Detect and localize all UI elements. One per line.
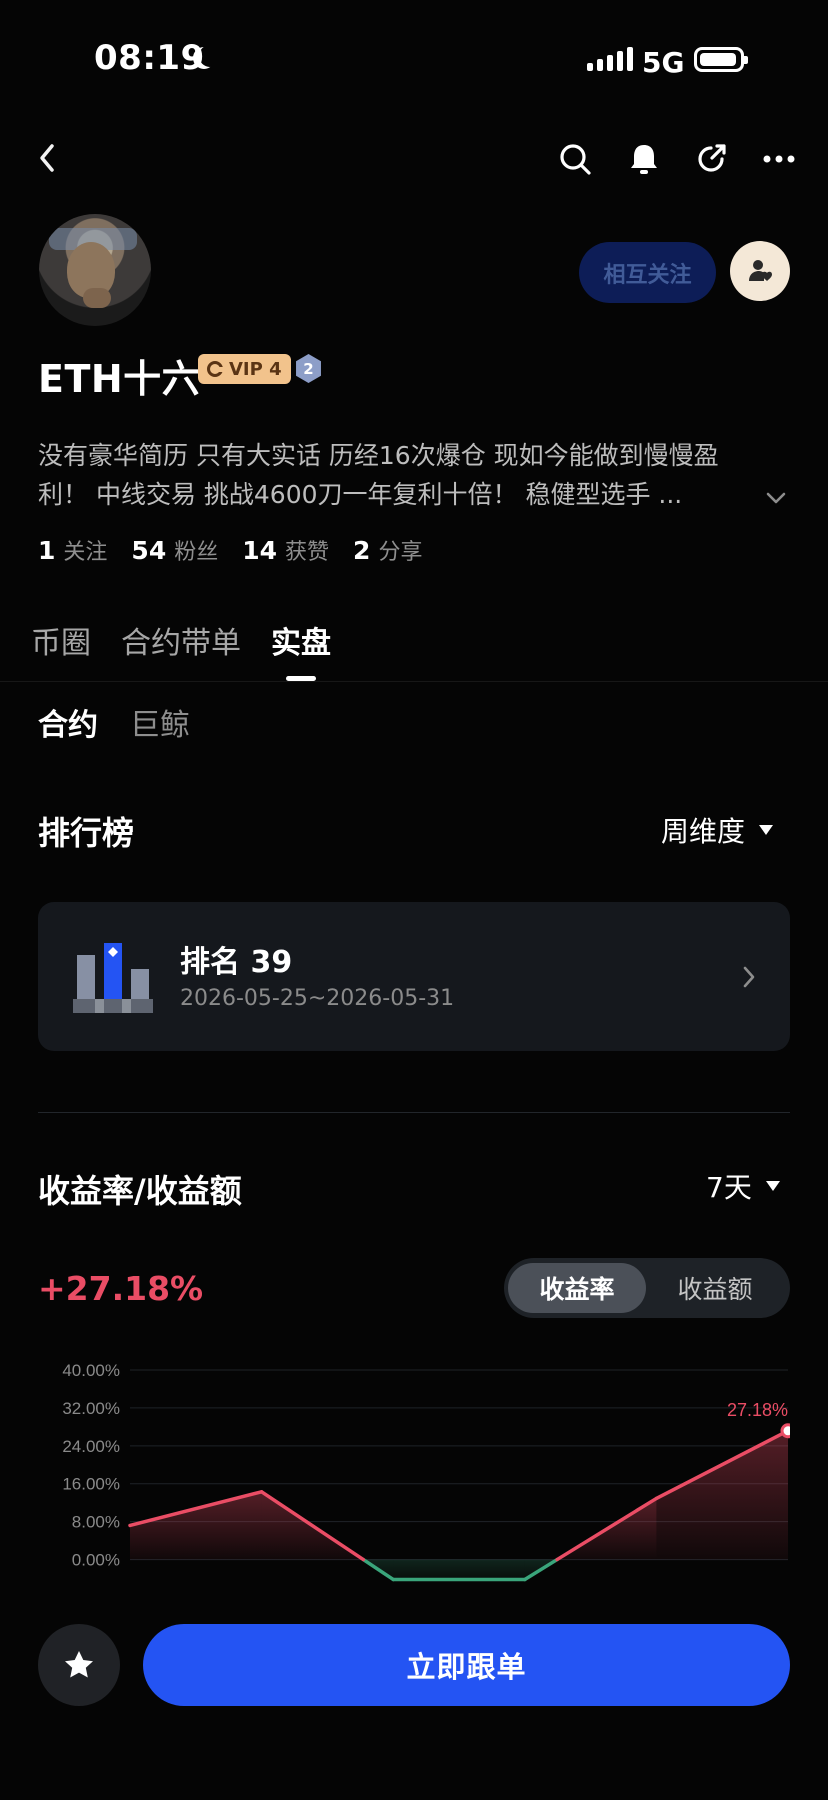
notification-button[interactable]: [623, 138, 665, 180]
dropdown-arrow-icon: [759, 825, 774, 835]
dropdown-arrow-icon: [765, 1181, 780, 1191]
status-time: 08:19: [94, 38, 205, 78]
stat-likes[interactable]: 14 获赞: [242, 534, 329, 566]
profile-stats: 1 关注 54 粉丝 14 获赞 2 分享: [38, 534, 422, 566]
subtab-whale[interactable]: 巨鲸: [130, 700, 190, 744]
y-axis-tick-label: 8.00%: [72, 1513, 120, 1532]
share-icon: [698, 144, 726, 172]
y-axis-tick-label: 24.00%: [62, 1437, 120, 1456]
profit-range-label: 7天: [706, 1171, 752, 1204]
positive-series-area: [130, 1491, 262, 1560]
back-button[interactable]: [30, 138, 64, 178]
rank-label: 排名 39: [180, 945, 293, 980]
ranking-chart-icon: [73, 943, 153, 1013]
mutual-follow-button[interactable]: 相互关注: [579, 242, 716, 303]
stat-followers[interactable]: 54 粉丝: [131, 534, 218, 566]
vip-icon: [207, 361, 223, 377]
shares-label: 分享: [378, 540, 423, 565]
favorite-button[interactable]: [38, 1624, 120, 1706]
ranking-title: 排行榜: [38, 814, 135, 852]
y-axis-tick-label: 0.00%: [72, 1551, 120, 1570]
following-label: 关注: [63, 540, 108, 565]
toggle-rate[interactable]: 收益率: [508, 1263, 646, 1313]
follow-user-button[interactable]: [730, 241, 790, 301]
tabs-divider: [0, 681, 828, 682]
y-axis-tick-label: 16.00%: [62, 1475, 120, 1494]
content-tabs: 币圈 合约带单 实盘: [31, 618, 331, 662]
more-icon: [763, 155, 795, 163]
latest-value-label: 27.18%: [727, 1400, 788, 1420]
more-button[interactable]: [758, 138, 800, 180]
stat-shares[interactable]: 2 分享: [353, 534, 422, 566]
signal-icon: [587, 47, 633, 71]
search-icon: [560, 144, 591, 175]
profit-range-select[interactable]: 7天: [706, 1166, 780, 1206]
toggle-amount[interactable]: 收益额: [646, 1263, 784, 1313]
profit-chart: 40.00% 32.00% 24.00% 16.00% 8.00% 0.00% 27.18%: [62, 1361, 790, 1582]
profit-value: +27.18%: [38, 1269, 204, 1308]
vip-badge: VIP 4: [198, 354, 291, 384]
follow-order-button[interactable]: 立即跟单: [143, 1624, 790, 1706]
chevron-down-icon: [766, 492, 786, 504]
followers-count: 54: [131, 536, 167, 565]
search-button[interactable]: [554, 138, 596, 180]
user-heart-icon: [749, 260, 772, 281]
ranking-period-select[interactable]: 周维度: [661, 810, 774, 850]
likes-count: 14: [242, 536, 278, 565]
followers-label: 粉丝: [174, 540, 219, 565]
section-divider: [38, 1112, 790, 1113]
avatar[interactable]: [39, 214, 151, 326]
vip-label: VIP 4: [229, 358, 282, 380]
subtab-contract[interactable]: 合约: [38, 700, 98, 744]
sub-tabs: 合约 巨鲸: [38, 700, 190, 744]
chevron-right-icon: [743, 966, 755, 988]
profile-name: ETH十六: [38, 357, 201, 401]
expand-bio-button[interactable]: [761, 486, 791, 510]
positive-series-area: [656, 1430, 788, 1560]
battery-icon: [694, 47, 748, 72]
bio-line-2: 利！ 中线交易 挑战4600刀一年复利十倍！ 稳健型选手 ...: [38, 480, 683, 509]
shares-count: 2: [353, 536, 371, 565]
moon-icon: [199, 45, 221, 67]
likes-label: 获赞: [285, 540, 330, 565]
stat-following[interactable]: 1 关注: [38, 534, 107, 566]
network-label: 5G: [642, 46, 685, 79]
following-count: 1: [38, 536, 56, 565]
ranking-period-label: 周维度: [661, 815, 746, 848]
rank-date-range: 2026-05-25~2026-05-31: [180, 986, 455, 1011]
tab-crypto[interactable]: 币圈: [31, 618, 91, 662]
latest-data-point: [780, 1423, 790, 1439]
star-icon: [65, 1651, 93, 1678]
share-button[interactable]: [690, 138, 732, 180]
tab-live[interactable]: 实盘: [271, 618, 331, 662]
level-badge: 2: [296, 354, 321, 383]
bio-line-1: 没有豪华简历 只有大实话 历经16次爆仓 现如今能做到慢慢盈: [38, 441, 719, 470]
y-axis-tick-label: 40.00%: [62, 1361, 120, 1380]
profile-bio: 没有豪华简历 只有大实话 历经16次爆仓 现如今能做到慢慢盈 利！ 中线交易 挑…: [38, 436, 768, 514]
y-axis-tick-label: 32.00%: [62, 1399, 120, 1418]
profit-title: 收益率/收益额: [38, 1172, 242, 1210]
chevron-left-icon: [40, 144, 54, 172]
profit-toggle: 收益率 收益额: [504, 1258, 790, 1318]
bell-icon: [631, 145, 657, 174]
tab-copy-trading[interactable]: 合约带单: [121, 618, 241, 662]
negative-series-area: [393, 1559, 525, 1580]
